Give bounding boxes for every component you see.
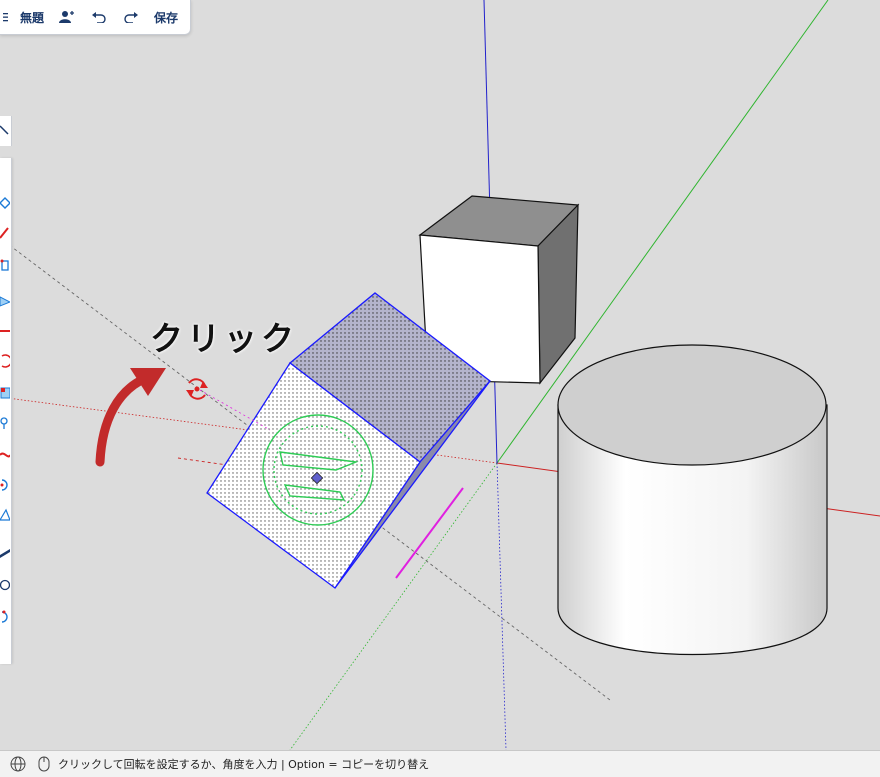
click-annotation: クリック [150,319,298,358]
status-bar: クリックして回転を設定するか、角度を入力 | Option = コピーを切り替え [0,750,880,777]
magenta-inference-line [395,487,464,579]
add-user-icon[interactable] [52,0,82,34]
document-title[interactable]: 無題 [12,0,52,34]
blue-axis-negative [496,462,507,750]
zoom-icon[interactable] [0,610,10,624]
save-button[interactable]: 保存 [146,0,186,34]
line-icon[interactable] [0,258,10,272]
menu-icon[interactable] [0,0,12,34]
eraser-icon[interactable] [0,196,10,210]
push-pull-icon[interactable] [0,294,10,308]
move-icon[interactable] [0,324,10,338]
rotate-icon[interactable] [0,354,10,368]
follow-me-icon[interactable] [0,478,10,492]
pencil-icon[interactable] [0,226,10,240]
offset-icon[interactable] [0,508,10,522]
modeling-viewport[interactable] [0,0,880,750]
tape-measure-icon[interactable] [0,448,10,462]
top-toolbar: 無題 保存 [0,0,191,35]
select-tool-panel [0,116,12,146]
select-arrow-icon[interactable] [0,124,10,138]
globe-icon[interactable] [10,756,26,772]
rotate-cursor-icon [186,378,208,400]
left-tool-panel [0,158,12,664]
redo-icon[interactable] [116,0,146,34]
mouse-icon[interactable] [38,756,50,772]
undo-icon[interactable] [82,0,116,34]
section-icon[interactable] [0,546,10,560]
scale-icon[interactable] [0,386,10,400]
cylinder-model[interactable] [557,344,828,656]
orbit-icon[interactable] [0,578,10,592]
status-message: クリックして回転を設定するか、角度を入力 | Option = コピーを切り替え [58,758,430,771]
paint-icon[interactable] [0,416,10,430]
